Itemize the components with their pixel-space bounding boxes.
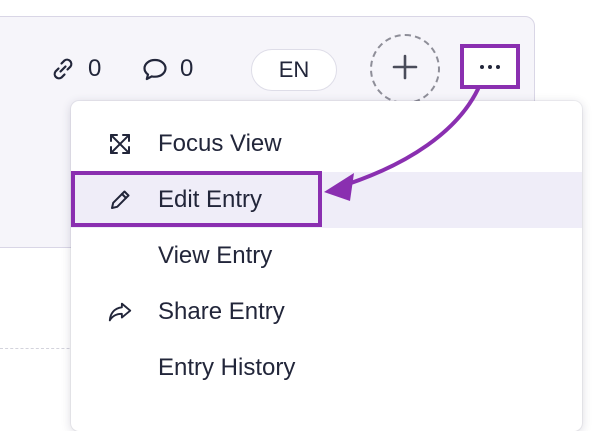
- menu-item-view-entry[interactable]: View Entry: [71, 228, 582, 284]
- menu-item-edit-entry[interactable]: Edit Entry: [71, 172, 582, 228]
- menu-item-focus-view[interactable]: Focus View: [71, 116, 582, 172]
- menu-item-label: Focus View: [158, 130, 282, 157]
- menu-item-share-entry[interactable]: Share Entry: [71, 284, 582, 340]
- comment-icon: [140, 54, 170, 84]
- ellipsis-icon: [480, 64, 484, 69]
- links-count: 0: [88, 55, 102, 82]
- expand-arrows-icon: [107, 131, 133, 157]
- menu-item-label: Share Entry: [158, 298, 285, 325]
- language-label: EN: [278, 57, 310, 82]
- more-options-button[interactable]: [460, 44, 520, 89]
- link-icon: [48, 54, 78, 84]
- entry-options-menu: Focus View Edit Entry View Entry Share E…: [71, 101, 582, 431]
- menu-item-label: Entry History: [158, 354, 296, 381]
- share-arrow-icon: [107, 299, 133, 325]
- add-button[interactable]: [370, 34, 440, 104]
- pencil-icon: [107, 187, 133, 213]
- links-counter[interactable]: 0: [48, 52, 101, 86]
- plus-icon: [390, 52, 420, 87]
- comments-count: 0: [180, 55, 194, 82]
- comments-counter[interactable]: 0: [140, 52, 193, 86]
- menu-item-entry-history[interactable]: Entry History: [71, 340, 582, 396]
- language-badge[interactable]: EN: [251, 49, 337, 91]
- menu-item-label: Edit Entry: [158, 186, 263, 213]
- menu-item-label: View Entry: [158, 242, 273, 269]
